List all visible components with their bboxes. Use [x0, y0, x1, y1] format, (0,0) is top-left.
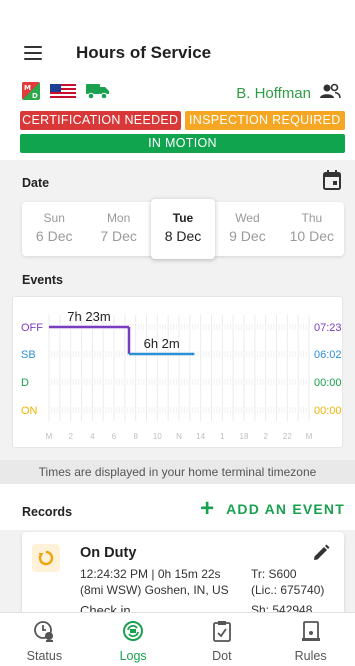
x-tick-label: 18 — [240, 432, 249, 441]
x-tick-label: M — [306, 432, 313, 441]
day-of-week: Mon — [106, 211, 131, 225]
us-flag-icon — [50, 84, 76, 98]
x-tick-label: 4 — [90, 432, 95, 441]
day-month: 7 Dec — [100, 228, 137, 244]
record-time: 12:24:32 PM | 0h 15m 22s — [80, 567, 221, 581]
date-picker: Sun 6 Dec Mon 7 Dec Tue 8 Dec Wed 9 Dec … — [22, 199, 344, 259]
nav-status[interactable]: Status — [0, 613, 89, 666]
record-location: (8mi WSW) Goshen, IN, US — [80, 583, 229, 597]
nav-dot-label: Dot — [212, 649, 232, 663]
x-tick-label: 2 — [68, 432, 73, 441]
row-label-sb: SB — [21, 349, 36, 361]
nav-dot[interactable]: Dot — [178, 613, 267, 666]
day-of-week: Thu — [301, 211, 323, 225]
events-label: Events — [22, 273, 63, 287]
row-label-off: OFF — [21, 322, 43, 334]
x-tick-label: 10 — [153, 432, 162, 441]
calendar-icon[interactable] — [323, 170, 341, 190]
add-event-label: ADD AN EVENT — [226, 501, 345, 517]
nav-logs-label: Logs — [119, 649, 147, 663]
inspection-badge[interactable]: INSPECTION REQUIRED — [184, 111, 345, 130]
row-label-d: D — [21, 377, 29, 389]
edit-pencil-icon[interactable] — [312, 544, 330, 562]
x-tick-label: 22 — [283, 432, 292, 441]
rules-icon — [301, 621, 320, 641]
row-total-sb: 06:02 — [314, 349, 342, 361]
bottom-nav: Status Logs Dot Rules — [0, 612, 355, 666]
day-month: 6 Dec — [35, 228, 73, 244]
hos-chart-svg: OFF 07:23 SB 06:02 D 00:00 ON 00:00 M 2 4 6 8 10 N 14 1 1… — [21, 309, 342, 441]
on-duty-status-icon — [32, 544, 60, 572]
record-title: On Duty — [80, 545, 137, 561]
date-label: Date — [22, 176, 50, 190]
plus-icon: + — [200, 495, 215, 522]
driver-selector[interactable]: B. Hoffman — [236, 83, 341, 104]
driver-name: B. Hoffman — [236, 85, 311, 102]
row-label-on: ON — [21, 405, 38, 417]
row-total-on: 00:00 — [314, 405, 342, 417]
date-tue-selected[interactable]: Tue 8 Dec — [150, 199, 216, 259]
record-license: (Lic.: 675740) — [251, 583, 325, 597]
x-tick-label: 2 — [263, 432, 268, 441]
day-month: 9 Dec — [229, 228, 266, 244]
timezone-note: Times are displayed in your home termina… — [0, 460, 355, 484]
nav-status-label: Status — [26, 649, 63, 663]
add-event-button[interactable]: + ADD AN EVENT — [200, 495, 345, 522]
menu-icon[interactable] — [24, 46, 42, 60]
svg-text:D: D — [32, 92, 38, 100]
users-icon — [319, 83, 341, 104]
day-of-week: Sun — [43, 211, 65, 225]
date-sun[interactable]: Sun 6 Dec — [22, 202, 86, 256]
date-wed[interactable]: Wed 9 Dec — [215, 202, 279, 256]
status-icons: M D — [22, 82, 110, 100]
truck-icon — [86, 82, 110, 100]
x-tick-label: N — [176, 432, 182, 441]
segment-label: 7h 23m — [67, 309, 110, 324]
dot-icon — [212, 621, 231, 642]
date-mon[interactable]: Mon 7 Dec — [86, 202, 150, 256]
motion-badge: IN MOTION — [20, 134, 345, 153]
certification-badge[interactable]: CERTIFICATION NEEDED — [20, 111, 181, 130]
segment-label: 6h 2m — [144, 336, 180, 351]
records-label: Records — [22, 505, 73, 519]
status-icon — [34, 621, 54, 642]
x-tick-label: 6 — [112, 432, 117, 441]
x-tick-label: M — [46, 432, 53, 441]
day-of-week: Tue — [172, 211, 194, 225]
date-thu[interactable]: Thu 10 Dec — [280, 202, 344, 256]
row-total-d: 00:00 — [314, 377, 342, 389]
hos-chart[interactable]: OFF 07:23 SB 06:02 D 00:00 ON 00:00 M 2 4 6 8 10 N 14 1 1… — [12, 296, 343, 448]
records-header: Records + ADD AN EVENT — [0, 484, 355, 530]
nav-logs[interactable]: Logs — [89, 613, 178, 666]
top-panel: Hours of Service M D B. Hoffman CERTIFIC… — [0, 0, 355, 160]
x-tick-label: 8 — [133, 432, 138, 441]
md-logo-icon: M D — [22, 82, 40, 100]
row-total-off: 07:23 — [314, 322, 342, 334]
status-badges: CERTIFICATION NEEDED INSPECTION REQUIRED… — [20, 111, 345, 153]
x-tick-label: 1 — [220, 432, 225, 441]
page-title: Hours of Service — [76, 43, 212, 62]
day-month: 8 Dec — [164, 228, 202, 244]
nav-rules[interactable]: Rules — [266, 613, 355, 666]
record-trailer: Tr: S600 — [251, 567, 297, 581]
day-of-week: Wed — [235, 211, 260, 225]
day-month: 10 Dec — [289, 228, 334, 244]
svg-text:M: M — [24, 84, 31, 92]
x-tick-label: 14 — [196, 432, 205, 441]
nav-rules-label: Rules — [294, 649, 327, 663]
logs-icon — [123, 621, 144, 641]
